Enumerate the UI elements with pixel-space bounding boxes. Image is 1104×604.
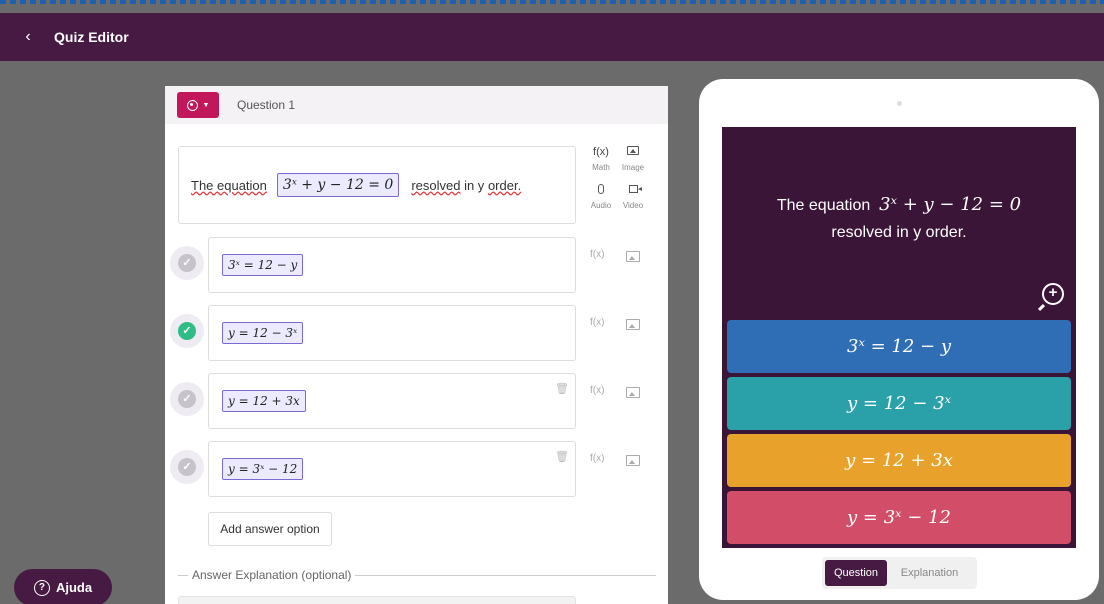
question-math[interactable]: 3ˣ + y − 12 = 0 — [276, 173, 400, 197]
correct-toggle[interactable]: ✓ — [170, 450, 204, 484]
question-text-field[interactable]: The equation 3ˣ + y − 12 = 0 resolved in… — [178, 146, 576, 224]
question-editor-panel: ▼ Question 1 The equation 3ˣ + y − 12 = … — [165, 86, 668, 604]
video-tool-button[interactable]: Video — [617, 184, 649, 210]
correct-toggle[interactable]: ✓ — [170, 382, 204, 416]
preview-question-line2: resolved in y order. — [831, 224, 967, 241]
question-text-resolved: resolved — [411, 177, 461, 193]
image-tool-label: Image — [621, 163, 645, 172]
help-button[interactable]: ? Ajuda — [14, 569, 112, 604]
explanation-divider: Answer Explanation (optional) — [178, 568, 656, 582]
math-tool-button[interactable]: f(x) Math — [585, 146, 617, 172]
question-type-button[interactable]: ▼ — [177, 92, 219, 118]
tablet-camera — [897, 101, 902, 106]
help-label: Ajuda — [55, 580, 93, 595]
check-icon: ✓ — [178, 322, 196, 340]
image-icon — [626, 251, 640, 262]
question-label: Question 1 — [237, 98, 296, 112]
answer-option: ✓ y = 12 − 3ˣ f(x) — [170, 305, 650, 361]
image-button[interactable] — [626, 317, 640, 335]
check-icon: ✓ — [178, 390, 196, 408]
check-icon: ✓ — [178, 458, 196, 476]
answer-field[interactable]: 3ˣ = 12 − y — [208, 237, 576, 293]
correct-toggle[interactable]: ✓ — [170, 246, 204, 280]
question-header: ▼ Question 1 — [165, 86, 668, 124]
image-button[interactable] — [626, 385, 640, 403]
add-answer-button[interactable]: Add answer option — [208, 512, 332, 546]
image-button[interactable] — [626, 249, 640, 267]
top-dashed-border — [0, 0, 1104, 4]
preview-option-2[interactable]: y = 12 − 3ˣ — [727, 377, 1071, 430]
tab-question[interactable]: Question — [825, 560, 887, 586]
video-icon — [628, 185, 642, 193]
answer-math[interactable]: 3ˣ = 12 − y — [222, 254, 304, 276]
question-text-in-y: in y — [464, 177, 485, 193]
preview-screen: The equation 3ˣ + y − 12 = 0 resolved in… — [722, 127, 1076, 548]
answer-option: ✓ y = 3ˣ − 12 🗑 f(x) — [170, 441, 650, 497]
answer-math[interactable]: y = 3ˣ − 12 — [222, 458, 304, 480]
explanation-label: Answer Explanation (optional) — [192, 568, 352, 582]
image-icon — [626, 387, 640, 398]
preview-question: The equation 3ˣ + y − 12 = 0 resolved in… — [722, 191, 1076, 246]
answer-option: ✓ y = 12 + 3x 🗑 f(x) — [170, 373, 650, 429]
tab-explanation[interactable]: Explanation — [887, 560, 972, 586]
image-icon — [627, 146, 639, 155]
correct-toggle[interactable]: ✓ — [170, 314, 204, 348]
top-bar: ‹ Quiz Editor — [0, 13, 1104, 61]
answer-math[interactable]: y = 12 − 3ˣ — [222, 322, 304, 344]
explanation-field[interactable] — [178, 596, 576, 604]
answer-math[interactable]: y = 12 + 3x — [222, 390, 306, 412]
trash-icon[interactable]: 🗑 — [555, 382, 569, 395]
audio-tool-button[interactable]: Audio — [585, 184, 617, 210]
question-text-order: order. — [487, 177, 522, 193]
fx-icon[interactable]: f(x) — [590, 385, 604, 396]
preview-option-1[interactable]: 3ˣ = 12 − y — [727, 320, 1071, 373]
preview-option-3[interactable]: y = 12 + 3x — [727, 434, 1071, 487]
image-icon — [626, 455, 640, 466]
check-icon: ✓ — [178, 254, 196, 272]
question-media-tools: f(x) Math Image Audio Video — [585, 146, 649, 210]
image-tool-button[interactable]: Image — [617, 146, 649, 172]
answer-option: ✓ 3ˣ = 12 − y f(x) — [170, 237, 650, 293]
question-text-before: The equation — [191, 177, 267, 193]
help-icon: ? — [33, 579, 50, 596]
page-title: Quiz Editor — [54, 29, 129, 45]
answer-field[interactable]: y = 3ˣ − 12 — [208, 441, 576, 497]
trash-icon[interactable]: 🗑 — [555, 450, 569, 463]
image-button[interactable] — [626, 453, 640, 471]
tablet-preview: The equation 3ˣ + y − 12 = 0 resolved in… — [699, 79, 1099, 600]
preview-mode-toggle: Question Explanation — [822, 557, 977, 589]
image-icon — [626, 319, 640, 330]
preview-question-text: The equation — [776, 197, 871, 214]
chevron-left-icon: ‹ — [25, 28, 31, 45]
preview-question-math: 3ˣ + y − 12 = 0 — [879, 194, 1022, 215]
math-tool-label: Math — [592, 163, 610, 172]
fx-icon[interactable]: f(x) — [590, 453, 604, 464]
audio-tool-label: Audio — [590, 201, 612, 210]
divider-line — [355, 574, 656, 576]
fx-icon[interactable]: f(x) — [590, 317, 604, 328]
caret-down-icon: ▼ — [202, 101, 210, 109]
divider-line — [178, 574, 188, 576]
answer-field[interactable]: y = 12 − 3ˣ — [208, 305, 576, 361]
fx-icon: f(x) — [593, 146, 609, 158]
back-button[interactable]: ‹ — [8, 13, 48, 61]
radio-icon — [186, 99, 198, 111]
answer-field[interactable]: y = 12 + 3x — [208, 373, 576, 429]
preview-option-4[interactable]: y = 3ˣ − 12 — [727, 491, 1071, 544]
video-tool-label: Video — [622, 201, 644, 210]
fx-icon[interactable]: f(x) — [590, 249, 604, 260]
zoom-in-icon[interactable]: + — [1042, 283, 1064, 305]
microphone-icon — [598, 184, 604, 194]
